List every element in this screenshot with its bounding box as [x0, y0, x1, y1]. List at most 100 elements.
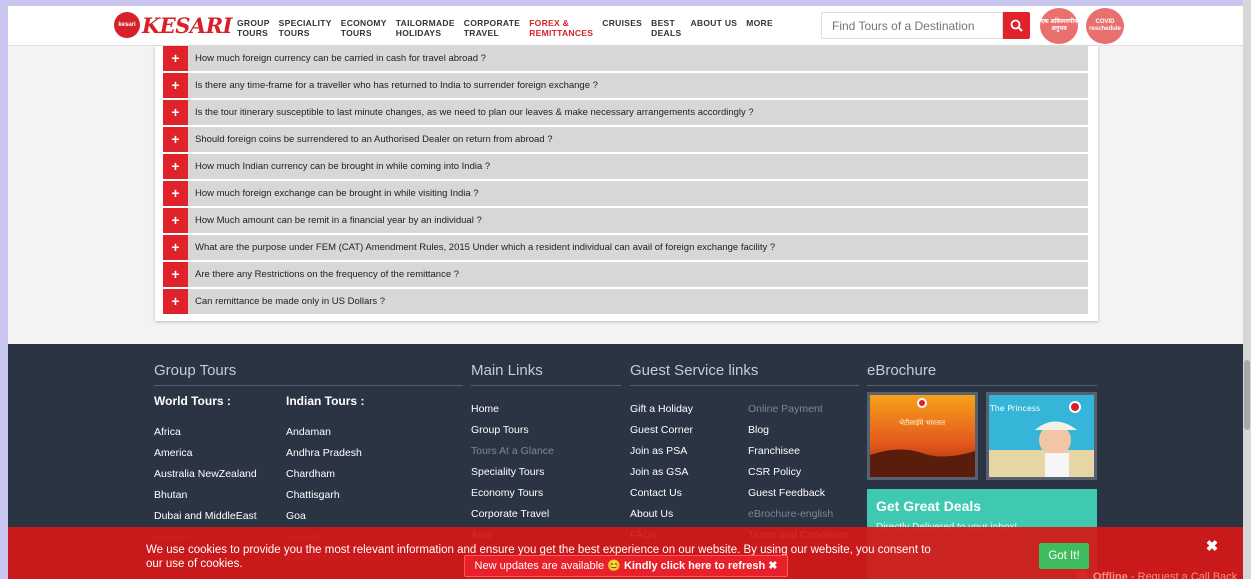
- nav-item[interactable]: ABOUT US: [690, 18, 737, 38]
- world-tour-link[interactable]: Africa: [154, 426, 181, 438]
- guest-service-link[interactable]: Franchisee: [748, 445, 800, 457]
- nav-item[interactable]: MORE: [746, 18, 773, 38]
- faq-item[interactable]: + How Much amount can be remit in a finan…: [163, 208, 1088, 233]
- main-link[interactable]: Speciality Tours: [471, 466, 544, 478]
- got-it-button[interactable]: Got It!: [1039, 543, 1089, 569]
- guest-service-link[interactable]: Contact Us: [630, 487, 682, 499]
- update-text: New updates are available: [474, 560, 605, 572]
- faq-item[interactable]: + How much Indian currency can be brought…: [163, 154, 1088, 179]
- expand-plus-icon[interactable]: +: [163, 46, 188, 71]
- faq-item[interactable]: + Is the tour itinerary susceptible to la…: [163, 100, 1088, 125]
- expand-plus-icon[interactable]: +: [163, 208, 188, 233]
- logo-text: KESARI: [142, 12, 233, 38]
- world-tour-link[interactable]: Australia NewZealand: [154, 468, 257, 480]
- offline-callback[interactable]: Offline - Request a Call Back: [1077, 571, 1237, 579]
- faq-item[interactable]: + How much foreign exchange can be brough…: [163, 181, 1088, 206]
- nav-item-line2: TRAVEL: [463, 28, 499, 38]
- guest-service-link[interactable]: Gift a Holiday: [630, 403, 693, 415]
- indian-tour-link[interactable]: Chardham: [286, 468, 335, 480]
- faq-item[interactable]: + What are the purpose under FEM (CAT) Am…: [163, 235, 1088, 260]
- main-link[interactable]: Corporate Travel: [471, 508, 549, 520]
- page: kesari KESARI GROUP TOURS SPECIALITY TOURS E…: [8, 6, 1243, 579]
- expand-plus-icon[interactable]: +: [163, 262, 188, 287]
- cookie-banner: We use cookies to provide you the most r…: [8, 527, 1243, 579]
- expand-plus-icon[interactable]: +: [163, 235, 188, 260]
- update-close-icon[interactable]: ✖: [768, 560, 777, 572]
- expand-plus-icon[interactable]: +: [163, 289, 188, 314]
- world-tour-link[interactable]: Dubai and MiddleEast: [154, 510, 257, 522]
- nav-item-line1: FOREX &: [529, 18, 570, 28]
- svg-text:The Princess: The Princess: [989, 404, 1040, 413]
- expand-plus-icon[interactable]: +: [163, 154, 188, 179]
- world-tour-link[interactable]: America: [154, 447, 193, 459]
- guest-service-link[interactable]: CSR Policy: [748, 466, 801, 478]
- faq-question: Can remittance be made only in US Dollar…: [195, 296, 386, 307]
- nav-item[interactable]: GROUP TOURS: [237, 18, 270, 38]
- close-icon[interactable]: ✖: [1201, 536, 1223, 558]
- indian-tour-link[interactable]: Goa: [286, 510, 306, 522]
- nav-item[interactable]: SPECIALITY TOURS: [279, 18, 332, 38]
- faq-item[interactable]: + Can remittance be made only in US Dolla…: [163, 289, 1088, 314]
- guest-service-link[interactable]: Guest Feedback: [748, 487, 825, 499]
- destination-search-input[interactable]: [821, 12, 1003, 39]
- page-scrollbar[interactable]: [1243, 0, 1251, 579]
- guest-service-link[interactable]: eBrochure-english: [748, 508, 833, 520]
- guest-service-link[interactable]: Join as GSA: [630, 466, 688, 478]
- main-link[interactable]: Group Tours: [471, 424, 529, 436]
- ebrochure-thumbnail-1[interactable]: भेटीलाईये भारतात: [867, 392, 978, 480]
- nav-item[interactable]: CORPORATE TRAVEL: [464, 18, 520, 38]
- nav-item-line2: TOURS: [340, 28, 372, 38]
- experience-badge[interactable]: एक अविस्मरणीय अनुभव: [1040, 8, 1078, 44]
- faq-item[interactable]: + How much foreign currency can be carrie…: [163, 46, 1088, 71]
- main-links-title: Main Links: [471, 362, 621, 386]
- faq-item[interactable]: + Should foreign coins be surrendered to …: [163, 127, 1088, 152]
- world-tour-link[interactable]: Bhutan: [154, 489, 187, 501]
- nav-item[interactable]: TAILORMADE HOLIDAYS: [396, 18, 455, 38]
- guest-service-link[interactable]: Online Payment: [748, 403, 823, 415]
- world-tours-title: World Tours :: [154, 394, 231, 408]
- expand-plus-icon[interactable]: +: [163, 127, 188, 152]
- ebrochure-thumbnail-2[interactable]: The Princess: [986, 392, 1097, 480]
- indian-tour-link[interactable]: Andhra Pradesh: [286, 447, 362, 459]
- nav-item[interactable]: FOREX & REMITTANCES: [529, 18, 593, 38]
- indian-tour-link[interactable]: Chattisgarh: [286, 489, 340, 501]
- expand-plus-icon[interactable]: +: [163, 73, 188, 98]
- group-tours-title: Group Tours: [154, 362, 463, 386]
- main-link[interactable]: Economy Tours: [471, 487, 543, 499]
- nav-item-line2: TOURS: [278, 28, 310, 38]
- refresh-update-bar[interactable]: New updates are available 😊 Kindly click…: [464, 555, 788, 577]
- faq-panel: + How much foreign currency can be carrie…: [155, 46, 1098, 321]
- scrollbar-thumb[interactable]: [1244, 360, 1250, 430]
- faq-question: Should foreign coins be surrendered to a…: [195, 134, 553, 145]
- guest-service-link[interactable]: Join as PSA: [630, 445, 687, 457]
- deals-title: Get Great Deals: [876, 498, 982, 514]
- nav-item-line2: TOURS: [237, 28, 269, 38]
- search-button[interactable]: [1003, 12, 1030, 39]
- covid-reschedule-badge[interactable]: COVID reschedule: [1086, 8, 1124, 44]
- guest-service-link[interactable]: About Us: [630, 508, 673, 520]
- main-link[interactable]: Tours At a Glance: [471, 445, 554, 457]
- faq-item[interactable]: + Are there any Restrictions on the frequ…: [163, 262, 1088, 287]
- nav-item[interactable]: CRUISES: [602, 18, 642, 38]
- guest-service-link[interactable]: Guest Corner: [630, 424, 693, 436]
- callback-text: - Request a Call Back: [1130, 571, 1238, 579]
- faq-question: How much foreign currency can be carried…: [195, 53, 486, 64]
- nav-item-line1: CORPORATE: [463, 18, 521, 28]
- faq-item[interactable]: + Is there any time-frame for a traveller…: [163, 73, 1088, 98]
- kesari-logo[interactable]: kesari KESARI: [114, 12, 233, 38]
- logo-emblem: kesari: [114, 12, 140, 38]
- nav-item-line1: BEST: [651, 18, 676, 28]
- main-link[interactable]: Home: [471, 403, 499, 415]
- nav-item-line1: GROUP: [237, 18, 270, 28]
- nav-item[interactable]: BEST DEALS: [651, 18, 681, 38]
- faq-question: How much Indian currency can be brought …: [195, 161, 491, 172]
- expand-plus-icon[interactable]: +: [163, 100, 188, 125]
- nav-item-line2: HOLIDAYS: [395, 28, 442, 38]
- refresh-link[interactable]: Kindly click here to refresh: [624, 560, 765, 572]
- nav-item-line1: ECONOMY: [340, 18, 387, 28]
- expand-plus-icon[interactable]: +: [163, 181, 188, 206]
- nav-item[interactable]: ECONOMY TOURS: [341, 18, 387, 38]
- guest-service-link[interactable]: Blog: [748, 424, 769, 436]
- indian-tour-link[interactable]: Andaman: [286, 426, 331, 438]
- status-dot-icon: [1077, 571, 1087, 579]
